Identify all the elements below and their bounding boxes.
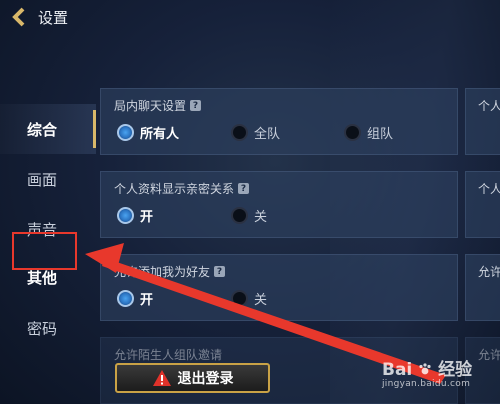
sidebar: 综合 画面 声音 其他 密码 [0,100,96,404]
panel-title: 允许 [478,265,500,279]
panel-title-text: 局内聊天设置 [114,99,187,113]
right-panel: 个人 [465,88,500,155]
panel-title-text: 允许陌生人组队邀请 [114,348,223,362]
radio-selected-icon [117,124,134,141]
right-panel: 允许 [465,337,500,404]
logout-button[interactable]: 退出登录 [115,363,270,393]
logout-label: 退出登录 [177,371,234,387]
radio-option-party[interactable]: 组队 [344,123,393,142]
allow-friend-panel: 允许添加我为好友 ? 开 关 [100,254,458,321]
option-label: 全队 [254,127,281,142]
panel-title: 允许添加我为好友 ? [114,263,226,280]
radio-unselected-icon [344,124,361,141]
right-panel: 允许 [465,254,500,321]
panel-title: 允许 [478,348,500,362]
option-label: 关 [254,210,268,225]
warning-icon [152,370,171,386]
chat-settings-panel: 局内聊天设置 ? 所有人 全队 组队 [100,88,458,155]
radio-option-on[interactable]: 开 [117,289,153,308]
intimacy-display-panel: 个人资料显示亲密关系 ? 开 关 [100,171,458,238]
radio-option-everyone[interactable]: 所有人 [117,123,179,142]
option-label: 关 [254,293,268,308]
panel-title: 局内聊天设置 ? [114,97,202,114]
radio-option-off[interactable]: 关 [231,206,267,225]
sidebar-item-password[interactable]: 密码 [0,303,96,353]
sidebar-item-sound[interactable]: 声音 [0,204,96,254]
panel-title: 允许陌生人组队邀请 [114,346,222,363]
help-icon[interactable]: ? [190,100,202,111]
sidebar-item-graphics[interactable]: 画面 [0,154,96,204]
panel-title-text: 个人资料显示亲密关系 [114,182,235,196]
help-icon[interactable]: ? [214,266,226,277]
header: 设置 [0,0,500,34]
option-label: 开 [140,293,154,308]
back-button[interactable] [6,4,32,30]
radio-unselected-icon [231,124,248,141]
page-title: 设置 [38,9,69,27]
sidebar-item-general[interactable]: 综合 [0,104,96,154]
radio-option-team[interactable]: 全队 [231,123,280,142]
radio-selected-icon [117,290,134,307]
radio-option-off[interactable]: 关 [231,289,267,308]
panel-title: 个人 [478,99,500,113]
right-panel: 个人 [465,171,500,238]
chevron-left-icon [12,7,25,27]
radio-unselected-icon [231,290,248,307]
option-label: 开 [140,210,154,225]
radio-option-on[interactable]: 开 [117,206,153,225]
help-icon[interactable]: ? [238,183,250,194]
panel-title: 个人 [478,182,500,196]
panel-title: 个人资料显示亲密关系 ? [114,180,250,197]
option-label: 组队 [367,127,394,142]
radio-selected-icon [117,207,134,224]
option-label: 所有人 [140,127,180,142]
panel-title-text: 允许添加我为好友 [114,265,211,279]
radio-unselected-icon [231,207,248,224]
sidebar-item-other[interactable]: 其他 [0,252,96,302]
